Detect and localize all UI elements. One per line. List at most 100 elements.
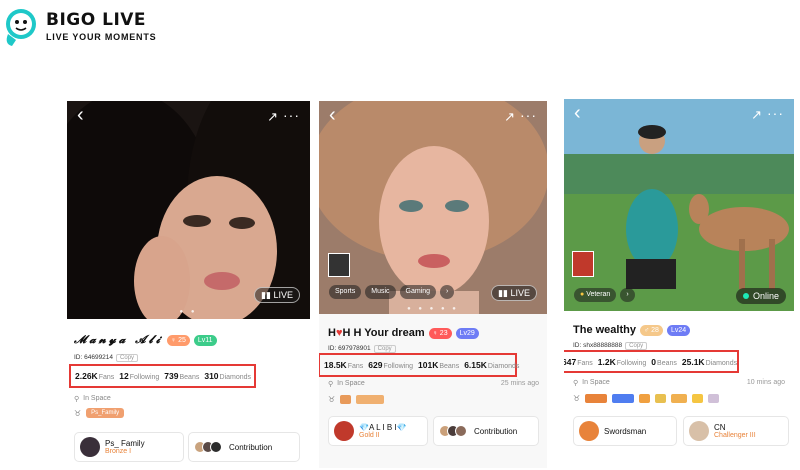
live-badge[interactable]: ▮▮ LIVE	[254, 287, 300, 303]
medal-icon[interactable]	[708, 394, 720, 403]
contribution-tile[interactable]: Contribution	[188, 432, 300, 462]
name-row: H♥H H Your dream ♀ 23 Lv29	[328, 327, 479, 339]
share-icon[interactable]: ↗	[267, 109, 278, 125]
location-text: In Space	[337, 380, 365, 387]
location-pin-icon: ⚲	[328, 381, 334, 388]
beans-stat: 739Beans	[164, 371, 200, 381]
family-avatar	[579, 421, 599, 441]
medal-icon[interactable]	[585, 394, 608, 403]
family-tile[interactable]: 💎A L I B I💎 Gold II	[328, 416, 428, 446]
contribution-label: Contribution	[474, 426, 518, 436]
more-icon[interactable]: ···	[283, 107, 300, 123]
channel-thumbnail[interactable]	[328, 253, 350, 277]
profile-name: The wealthy	[573, 324, 636, 336]
medal-icon[interactable]	[340, 395, 352, 404]
bigo-mascot-icon	[6, 9, 36, 46]
back-icon[interactable]: ‹	[77, 105, 84, 125]
following-stat[interactable]: 1.2KFollowing	[598, 357, 647, 367]
fans-stat[interactable]: 647Fans	[564, 357, 593, 367]
following-stat[interactable]: 629Following	[368, 360, 413, 370]
more-icon[interactable]: ···	[520, 107, 537, 123]
gender-age-pill: ♀ 23	[428, 327, 452, 339]
badge-icon: ♉	[74, 408, 82, 418]
back-icon[interactable]: ‹	[574, 103, 581, 123]
medal-row: ♉	[328, 395, 385, 404]
level-pill: Lv24	[666, 324, 691, 336]
rank-avatar	[689, 421, 709, 441]
profile-id-text: ID: 697978901	[328, 345, 371, 352]
medal-icon[interactable]	[692, 394, 704, 403]
location-pin-icon: ⚲	[573, 380, 579, 387]
tag-chip[interactable]: Gaming	[399, 285, 437, 299]
rank-tile[interactable]: CN Challenger III	[683, 416, 789, 446]
rank-tier: Challenger III	[714, 432, 756, 439]
bigo-live-logo[interactable]: BIGO LIVE LIVE YOUR MOMENTS	[2, 4, 172, 48]
level-pill: Lv11	[193, 334, 217, 346]
medal-row: ♉	[573, 394, 720, 403]
chevron-right-icon[interactable]: ›	[620, 288, 635, 302]
location-text: In Space	[582, 379, 610, 386]
tag-chip[interactable]: ● Veteran	[574, 288, 617, 302]
share-icon[interactable]: ↗	[504, 109, 515, 125]
copy-button[interactable]: Copy	[625, 342, 648, 350]
stats-row: 18.5KFans 629Following 101KBeans 6.15KDi…	[319, 353, 519, 377]
copy-button[interactable]: Copy	[373, 345, 396, 353]
carousel-dots: ● ●	[179, 309, 198, 315]
family-name: Ps_ Family	[105, 439, 145, 448]
fans-stat[interactable]: 2.26KFans	[75, 371, 114, 381]
family-avatar	[334, 421, 354, 441]
location-row: ⚲ In Space	[328, 380, 365, 388]
family-tile[interactable]: Swordsman	[573, 416, 677, 446]
copy-button[interactable]: Copy	[116, 354, 139, 362]
channel-thumbnail[interactable]	[572, 251, 594, 277]
profile-name: H♥H H Your dream	[328, 327, 425, 339]
medal-icon[interactable]	[639, 394, 651, 403]
location-row: ⚲ In Space	[573, 379, 610, 387]
contributor-avatars	[439, 425, 467, 437]
family-tile[interactable]: Ps_ Family Bronze I	[74, 432, 184, 462]
family-avatar	[80, 437, 100, 457]
medal-row: ♉ Ps_Family	[74, 408, 125, 418]
profile-photo: ‹ ↗ ··· ▮▮ LIVE ● ●	[67, 101, 310, 319]
contribution-tile[interactable]: Contribution	[433, 416, 539, 446]
family-medal[interactable]: Ps_Family	[86, 408, 125, 418]
diamonds-stat: 310Diamonds	[204, 371, 252, 381]
family-rank: Bronze I	[105, 448, 132, 455]
profile-card[interactable]: ‹ ↗ ··· ▮▮ LIVE ● ● 𝓜𝓪𝓷𝔂𝓪 𝓐𝓵𝓲 ♀ 25 Lv11 …	[67, 101, 310, 468]
profile-card[interactable]: ‹ ↗ ··· Sports Music Gaming › ▮▮ LIVE ● …	[319, 101, 547, 468]
beans-stat: 0Beans	[651, 356, 677, 367]
share-icon[interactable]: ↗	[751, 107, 762, 123]
tag-chip[interactable]: Sports	[329, 285, 362, 299]
badge-icon: ♉	[573, 394, 581, 403]
live-badge[interactable]: ▮▮ LIVE	[491, 285, 537, 301]
medal-icon[interactable]	[356, 395, 385, 404]
location-row: ⚲ In Space	[74, 395, 111, 403]
profile-id-text: ID: shx88888888	[573, 342, 623, 349]
badge-icon: ♉	[328, 395, 336, 404]
location-pin-icon: ⚲	[74, 396, 80, 403]
family-rank: Gold II	[359, 432, 380, 439]
brand-name: BIGO LIVE	[46, 10, 147, 30]
medal-icon[interactable]	[655, 394, 667, 403]
profile-card[interactable]: ‹ ↗ ··· ● Veteran › Online The wealthy ♂…	[564, 99, 794, 468]
name-row: 𝓜𝓪𝓷𝔂𝓪 𝓐𝓵𝓲 ♀ 25 Lv11	[74, 333, 217, 347]
profile-name: 𝓜𝓪𝓷𝔂𝓪 𝓐𝓵𝓲	[74, 333, 163, 346]
online-badge: Online	[735, 288, 786, 304]
location-text: In Space	[83, 395, 111, 402]
profile-id-text: ID: 64699214	[74, 354, 114, 361]
medal-icon[interactable]	[671, 394, 688, 403]
medal-icon[interactable]	[612, 394, 635, 403]
fans-stat[interactable]: 18.5KFans	[324, 360, 363, 370]
back-icon[interactable]: ‹	[329, 105, 336, 125]
chevron-right-icon[interactable]: ›	[440, 285, 455, 299]
beans-stat: 101KBeans	[418, 360, 460, 370]
tag-chip[interactable]: Music	[365, 285, 396, 299]
contribution-label: Contribution	[229, 442, 273, 452]
diamonds-stat: 25.1KDiamonds	[681, 356, 738, 367]
more-icon[interactable]: ···	[767, 105, 784, 121]
stats-row: 2.26KFans 12Following 739Beans 310Diamon…	[69, 364, 256, 388]
family-name: Swordsman	[604, 426, 647, 436]
gender-age-pill: ♀ 25	[166, 334, 190, 346]
following-stat[interactable]: 12Following	[119, 371, 159, 381]
tag-chips: Sports Music Gaming ›	[329, 285, 455, 299]
